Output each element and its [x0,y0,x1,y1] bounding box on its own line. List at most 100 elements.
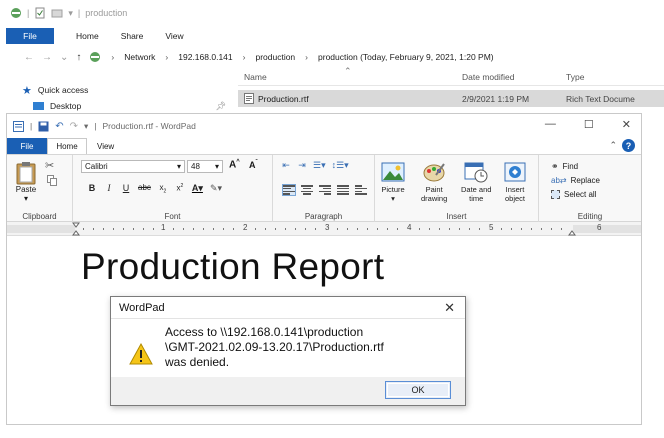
paint-icon [423,163,445,182]
select-all-icon [551,189,560,199]
decrease-indent-icon[interactable]: ⇤ [281,160,291,171]
italic-icon[interactable]: I [104,183,114,195]
font-format-row: B I U abc x2 x2 A▾ ✎▾ [87,183,222,195]
tab-share[interactable]: Share [121,31,144,41]
wordpad-ribbon-tabs: File Home View ⌃ ? [7,138,641,154]
sidebar-item-label: Quick access [37,85,89,95]
align-right-icon[interactable] [319,185,331,195]
paste-button[interactable]: Paste ▾ [13,161,39,203]
highlight-icon[interactable]: ✎▾ [210,183,222,195]
file-row-production-rtf[interactable]: Production.rtf 2/9/2021 1:19 PM Rich Tex… [238,90,664,107]
sidebar-item-desktop[interactable]: Desktop 📌︎ [22,98,232,114]
paragraph-settings-icon[interactable] [355,185,367,195]
explorer-titlebar: | ▾ | production [0,0,664,26]
quick-access-dropdown-icon[interactable]: ▾ [84,121,88,132]
ruler[interactable]: 1 2 3 4 5 6 [7,222,641,236]
quick-access-dropdown-icon[interactable]: ▾ [68,8,73,19]
help-icon[interactable]: ? [622,139,635,152]
bullet-list-icon[interactable]: ☰▾ [313,160,326,171]
bold-icon[interactable]: B [87,183,97,195]
tab-home[interactable]: Home [47,138,87,154]
breadcrumb-host[interactable]: 192.168.0.141 [178,52,232,62]
maximize-icon[interactable]: ☐ [584,118,594,131]
paste-label: Paste [15,185,37,194]
save-icon[interactable] [38,121,49,132]
chevron-down-icon: ▾ [176,162,181,171]
strikethrough-icon[interactable]: abc [138,183,151,195]
close-icon[interactable]: ✕ [622,118,631,131]
up-arrow-icon[interactable]: ↑ [76,52,81,63]
align-center-icon[interactable] [301,185,313,195]
pin-icon[interactable]: 📌︎ [215,101,226,112]
network-icon [90,52,101,62]
file-list-header: Name Date modified Type [238,68,664,86]
calendar-clock-icon [464,162,488,183]
font-family-select[interactable]: Calibri ▾ [81,160,185,173]
tab-view[interactable]: View [97,142,114,151]
window-controls: — ☐ ✕ [545,118,631,131]
increase-indent-icon[interactable]: ⇥ [297,160,307,171]
explorer-ribbon-tabs: File Home Share View [0,27,664,44]
properties-icon[interactable] [34,7,46,19]
new-folder-icon[interactable] [51,7,63,19]
select-all-label: Select all [564,189,597,199]
replace-button[interactable]: ab⇄ Replace [551,173,600,187]
sidebar-item-label: Desktop [50,101,82,111]
breadcrumb-share[interactable]: production [255,52,295,62]
tab-home[interactable]: Home [76,31,99,41]
editing-group: ⚭ Find ab⇄ Replace Select all Editing [539,155,641,223]
collapse-ribbon-icon[interactable]: ⌃ [609,140,617,151]
forward-arrow-icon[interactable]: → [42,52,52,63]
font-size-select[interactable]: 48 ▾ [187,160,223,173]
breadcrumb-snapshot[interactable]: production (Today, February 9, 2021, 1:2… [318,52,494,62]
date-time-button[interactable]: Date and time [461,161,491,203]
justify-icon[interactable] [337,185,349,195]
select-all-button[interactable]: Select all [551,187,600,201]
copy-icon[interactable] [47,175,57,186]
clipboard-group-label: Clipboard [22,212,57,221]
line-spacing-icon[interactable]: ↕☰▾ [332,160,349,171]
breadcrumb-chevron-icon: › [305,52,309,62]
tab-file[interactable]: File [6,27,54,44]
close-icon[interactable]: ✕ [444,300,455,316]
align-left-icon[interactable] [282,184,296,196]
clipboard-group: Paste ▾ ✂ Clipboard [7,155,73,223]
tab-file[interactable]: File [7,138,47,154]
shrink-font-icon[interactable]: Aˇ [249,160,258,170]
explorer-title: production [85,8,128,18]
paint-drawing-button[interactable]: Paint drawing [421,161,447,203]
message-line: was denied. [165,355,230,369]
file-date: 2/9/2021 1:19 PM [462,93,530,104]
date-label-line1: Date and [461,185,492,194]
ruler-number: 1 [161,223,166,232]
subscript-icon[interactable]: x2 [158,183,168,195]
back-arrow-icon[interactable]: ← [24,52,34,63]
dialog-body: Access to \\192.168.0.141\production \GM… [111,319,465,377]
insert-object-button[interactable]: Insert object [503,161,527,203]
column-date-modified[interactable]: Date modified [462,72,566,82]
ruler-number: 4 [407,223,412,232]
recent-dropdown-icon[interactable]: ⌄ [60,52,68,63]
find-button[interactable]: ⚭ Find [551,159,600,173]
superscript-icon[interactable]: x2 [175,183,185,195]
picture-button[interactable]: Picture ▾ [381,161,405,203]
grow-font-icon[interactable]: A^ [229,159,240,170]
sidebar-item-quick-access[interactable]: ★ Quick access [22,82,232,98]
paint-label-line1: Paint [425,185,443,194]
text-color-icon[interactable]: A▾ [192,183,203,195]
minimize-icon[interactable]: — [545,118,556,131]
underline-icon[interactable]: U [121,183,131,195]
tab-view[interactable]: View [165,31,183,41]
wordpad-app-icon[interactable] [13,120,24,132]
ok-button[interactable]: OK [385,381,451,399]
date-label-line2: time [469,194,484,203]
cut-icon[interactable]: ✂ [45,159,54,172]
sort-caret-icon: ⌃ [344,66,352,76]
redo-icon[interactable]: ↷ [70,121,78,132]
separator: | [27,8,30,18]
column-type[interactable]: Type [566,72,584,82]
undo-icon[interactable]: ↶ [55,121,63,132]
alignment-row [282,184,367,196]
paste-dropdown-icon[interactable]: ▾ [24,194,28,203]
breadcrumb-network[interactable]: Network [124,52,155,62]
